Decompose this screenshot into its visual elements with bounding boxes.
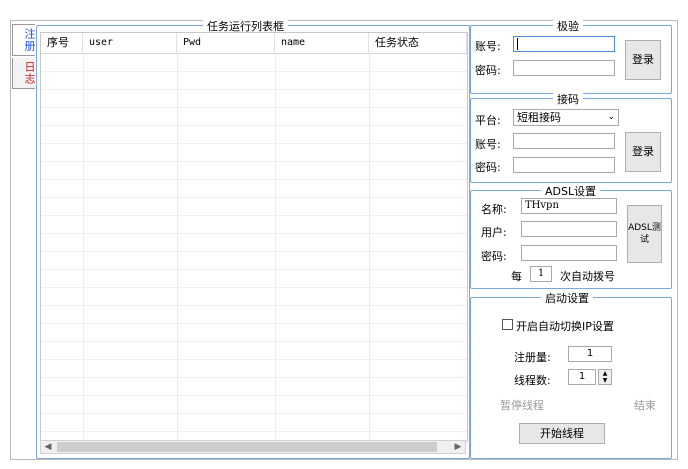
grid-row-line [41, 161, 467, 162]
tab-register[interactable]: 注册 [12, 24, 36, 56]
column-header-index[interactable]: 序号 [41, 33, 83, 53]
grid-row-line [41, 215, 467, 216]
grid-row-line [41, 71, 467, 72]
horizontal-scrollbar[interactable]: ◀ ▶ [40, 440, 466, 454]
scroll-left-icon[interactable]: ◀ [41, 441, 55, 453]
grid-column-line [177, 53, 178, 441]
jiyan-login-button[interactable]: 登录 [625, 40, 661, 80]
adsl-password-label: 密码: [481, 250, 507, 263]
column-header-name[interactable]: name [275, 33, 369, 53]
adsl-user-label: 用户: [481, 226, 507, 239]
grid-row-line [41, 251, 467, 252]
sms-platform-label: 平台: [475, 114, 501, 127]
jiyan-title: 极验 [553, 18, 583, 34]
grid-row-line [41, 125, 467, 126]
column-header-status[interactable]: 任务状态 [369, 33, 467, 53]
auto-ip-checkbox[interactable] [502, 319, 513, 330]
column-header-user[interactable]: user [83, 33, 177, 53]
adsl-user-input[interactable] [521, 221, 617, 237]
sms-account-input[interactable] [513, 133, 615, 149]
grid-row-line [41, 179, 467, 180]
grid-row-line [41, 89, 467, 90]
register-count-label: 注册量: [514, 351, 551, 364]
grid-row-line [41, 395, 467, 396]
grid-column-line [83, 53, 84, 441]
sms-platform-select[interactable]: 短租接码 ⌄ [513, 109, 619, 126]
adsl-name-label: 名称: [481, 203, 507, 216]
adsl-redial-label: 次自动拨号 [560, 270, 615, 283]
text-caret [517, 38, 518, 50]
grid-column-line [275, 53, 276, 441]
adsl-name-input[interactable]: THvpn [521, 198, 617, 214]
sms-login-button[interactable]: 登录 [625, 132, 661, 172]
grid-row-line [41, 323, 467, 324]
grid-row-line [41, 359, 467, 360]
adsl-redial-count-input[interactable]: 1 [530, 266, 552, 282]
grid-row-line [41, 305, 467, 306]
adsl-title: ADSL设置 [541, 183, 601, 199]
grid-row-line [41, 341, 467, 342]
sms-title: 接码 [553, 91, 583, 107]
jiyan-password-input[interactable] [513, 60, 615, 76]
grid-row-line [41, 413, 467, 414]
grid-row-line [41, 287, 467, 288]
spin-down-icon[interactable]: ▼ [599, 377, 611, 384]
grid-row-line [41, 197, 467, 198]
grid-row-line [41, 233, 467, 234]
start-thread-button[interactable]: 开始线程 [519, 423, 605, 444]
threads-label: 线程数: [514, 374, 551, 387]
task-table[interactable]: 序号 user Pwd name 任务状态 [40, 32, 468, 442]
end-button[interactable]: 结束 [634, 397, 656, 413]
task-table-header: 序号 user Pwd name 任务状态 [41, 33, 467, 54]
grid-row-line [41, 107, 467, 108]
threads-input[interactable]: 1 [568, 369, 596, 385]
grid-row-line [41, 269, 467, 270]
adsl-password-input[interactable] [521, 245, 617, 261]
sms-account-label: 账号: [475, 138, 501, 151]
startup-title: 启动设置 [541, 290, 593, 306]
scroll-thumb[interactable] [57, 442, 437, 452]
grid-row-line [41, 143, 467, 144]
register-count-input[interactable]: 1 [568, 346, 612, 362]
sms-password-label: 密码: [475, 161, 501, 174]
grid-column-line [369, 53, 370, 441]
jiyan-account-input[interactable] [513, 36, 615, 52]
adsl-test-button[interactable]: ADSL测试 [627, 205, 662, 263]
column-header-pwd[interactable]: Pwd [177, 33, 275, 53]
chevron-down-icon[interactable]: ⌄ [607, 110, 615, 125]
scroll-right-icon[interactable]: ▶ [451, 441, 465, 453]
grid-row-line [41, 377, 467, 378]
auto-ip-label: 开启自动切换IP设置 [516, 320, 614, 333]
grid-row-line [41, 431, 467, 432]
spin-up-icon[interactable]: ▲ [599, 370, 611, 377]
jiyan-password-label: 密码: [475, 64, 501, 77]
threads-spinner[interactable]: ▲ ▼ [598, 369, 612, 385]
adsl-every-label: 每 [511, 270, 522, 283]
sms-platform-value: 短租接码 [517, 111, 561, 124]
sms-password-input[interactable] [513, 157, 615, 173]
pause-thread-button[interactable]: 暂停线程 [500, 397, 544, 413]
jiyan-account-label: 账号: [475, 40, 501, 53]
tab-log[interactable]: 日志 [12, 58, 36, 89]
